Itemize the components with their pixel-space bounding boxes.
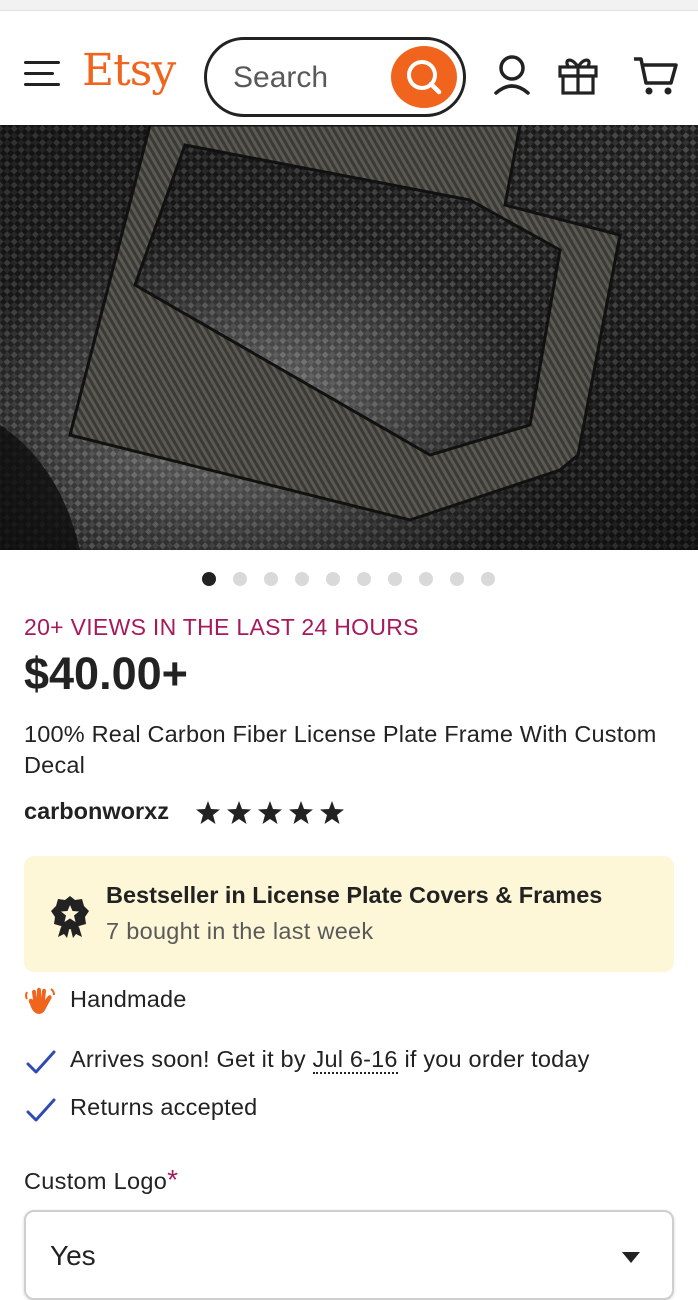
star-icon xyxy=(227,801,251,824)
rating-stars[interactable] xyxy=(196,799,346,832)
status-strip xyxy=(0,0,698,11)
image-dot[interactable] xyxy=(419,572,433,586)
checkmark-icon xyxy=(26,1050,56,1074)
badge-subtitle: 7 bought in the last week xyxy=(106,918,374,944)
image-dot[interactable] xyxy=(450,572,464,586)
custom-logo-select[interactable]: Yes xyxy=(24,1210,674,1300)
search-icon xyxy=(407,60,442,95)
menu-icon[interactable] xyxy=(24,61,60,87)
image-dot[interactable] xyxy=(295,572,309,586)
image-dot[interactable] xyxy=(326,572,340,586)
image-dot[interactable] xyxy=(233,572,247,586)
product-image[interactable] xyxy=(0,125,698,550)
badge-title: Bestseller in License Plate Covers & Fra… xyxy=(106,882,603,908)
product-title: 100% Real Carbon Fiber License Plate Fra… xyxy=(24,721,657,778)
search-input[interactable] xyxy=(231,58,385,98)
shop-name-link[interactable]: carbonworxz xyxy=(24,798,169,825)
image-dot[interactable] xyxy=(264,572,278,586)
image-dot[interactable] xyxy=(357,572,371,586)
handmade-label: Handmade xyxy=(70,986,187,1012)
checkmark-icon xyxy=(26,1098,56,1122)
star-icon xyxy=(196,801,220,824)
arrives-prefix: Arrives soon! Get it by xyxy=(70,1046,313,1072)
account-icon[interactable] xyxy=(492,53,532,99)
custom-logo-label: Custom Logo* xyxy=(24,1164,178,1196)
gift-icon[interactable] xyxy=(556,53,600,97)
custom-logo-selected-value: Yes xyxy=(50,1240,96,1271)
image-dot[interactable] xyxy=(481,572,495,586)
star-icon xyxy=(320,801,344,824)
custom-logo-label-text: Custom Logo xyxy=(24,1168,168,1194)
arrives-suffix: if you order today xyxy=(397,1046,590,1072)
required-indicator: * xyxy=(167,1164,179,1195)
image-dot[interactable] xyxy=(202,572,216,586)
returns-label: Returns accepted xyxy=(70,1094,258,1120)
search-button[interactable] xyxy=(391,46,457,108)
award-icon xyxy=(51,896,89,938)
header: Etsy xyxy=(0,11,698,125)
image-dot[interactable] xyxy=(388,572,402,586)
views-notice: 20+ VIEWS IN THE LAST 24 HOURS xyxy=(24,614,419,640)
etsy-logo[interactable]: Etsy xyxy=(82,45,176,96)
bestseller-badge: Bestseller in License Plate Covers & Fra… xyxy=(24,856,674,972)
delivery-date-link[interactable]: Jul 6-16 xyxy=(312,1046,398,1074)
search-box[interactable] xyxy=(204,37,466,117)
cart-icon[interactable] xyxy=(632,53,680,99)
chevron-down-icon xyxy=(622,1252,640,1263)
price: $40.00+ xyxy=(24,648,188,699)
star-icon xyxy=(258,801,282,824)
waving-hand-icon xyxy=(25,987,55,1014)
star-icon xyxy=(289,801,313,824)
